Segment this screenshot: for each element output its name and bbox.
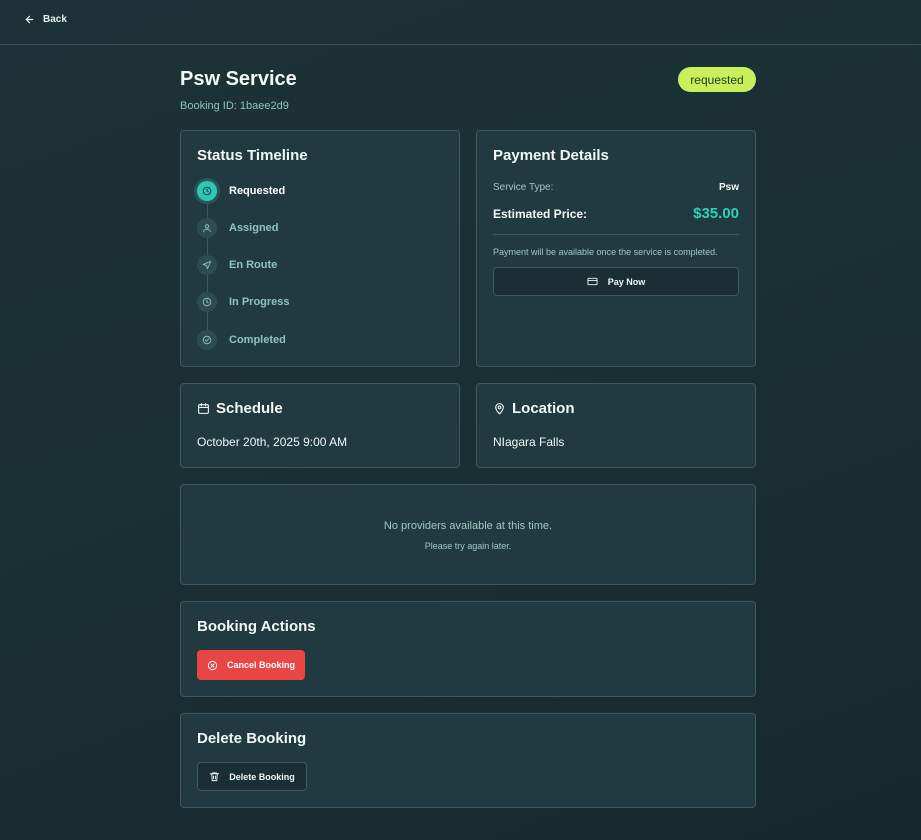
schedule-card: Schedule October 20th, 2025 9:00 AM [180,383,460,468]
timeline-step-completed: Completed [197,329,286,351]
no-providers-message: No providers available at this time. [383,520,553,532]
clock-icon [197,292,217,312]
location-header: Location [493,400,575,417]
back-label: Back [43,13,67,25]
service-type-row: Service Type: Psw [493,182,739,193]
payment-note: Payment will be available once the servi… [493,247,718,257]
payment-details-title: Payment Details [493,147,609,164]
schedule-title: Schedule [216,400,283,417]
user-icon [197,218,217,238]
timeline-step-label: Requested [229,185,286,197]
arrow-left-icon [25,15,34,23]
schedule-value: October 20th, 2025 9:00 AM [197,435,348,449]
cancel-booking-label: Cancel Booking [226,660,295,670]
check-circle-icon [197,330,217,350]
booking-actions-card: Booking Actions Cancel Booking [180,601,756,697]
timeline-step-label: Completed [229,334,286,346]
timeline-step-label: Assigned [229,222,279,234]
top-bar: Back [0,0,921,45]
delete-booking-label: Delete Booking [229,771,295,782]
page-title: Psw Service [180,68,297,90]
x-circle-icon [207,660,218,670]
location-card: Location NIagara Falls [476,383,756,468]
no-providers-sub: Please try again later. [424,541,512,551]
divider [493,234,739,235]
status-timeline-title: Status Timeline [197,147,308,164]
calendar-icon [198,403,209,414]
service-type-label: Service Type: [493,182,554,193]
trash-icon [210,772,220,782]
estimated-price-label: Estimated Price: [493,206,588,221]
delete-booking-button[interactable]: Delete Booking [197,762,307,791]
back-button[interactable]: Back [24,11,67,27]
location-value: NIagara Falls [493,435,565,449]
delete-booking-title: Delete Booking [197,730,307,747]
status-badge: requested [678,67,756,92]
cancel-booking-button[interactable]: Cancel Booking [197,650,305,680]
estimated-price-value: $35.00 [693,205,739,222]
timeline-step-en-route: En Route [197,254,277,276]
providers-card: No providers available at this time. Ple… [180,484,756,585]
navigation-icon [197,255,217,275]
estimated-price-row: Estimated Price: $35.00 [493,205,739,222]
timeline-step-in-progress: In Progress [197,291,290,313]
booking-actions-title: Booking Actions [197,618,316,635]
timeline-step-assigned: Assigned [197,217,279,239]
delete-booking-card: Delete Booking Delete Booking [180,713,756,808]
booking-id: Booking ID: 1baee2d9 [180,100,289,112]
credit-card-icon [587,277,598,286]
map-pin-icon [495,403,504,415]
schedule-header: Schedule [197,400,283,417]
timeline-step-label: En Route [229,259,278,271]
service-type-value: Psw [718,182,739,193]
timeline-step-requested: Requested [197,180,285,202]
payment-details-card: Payment Details Service Type: Psw Estima… [476,130,756,367]
pay-now-label: Pay Now [607,276,646,287]
location-title: Location [512,400,575,417]
pay-now-button[interactable]: Pay Now [493,267,739,296]
timeline-step-label: In Progress [229,296,290,308]
clock-icon [197,181,217,201]
status-timeline-card: Status Timeline Requested Assigned En Ro… [180,130,460,367]
